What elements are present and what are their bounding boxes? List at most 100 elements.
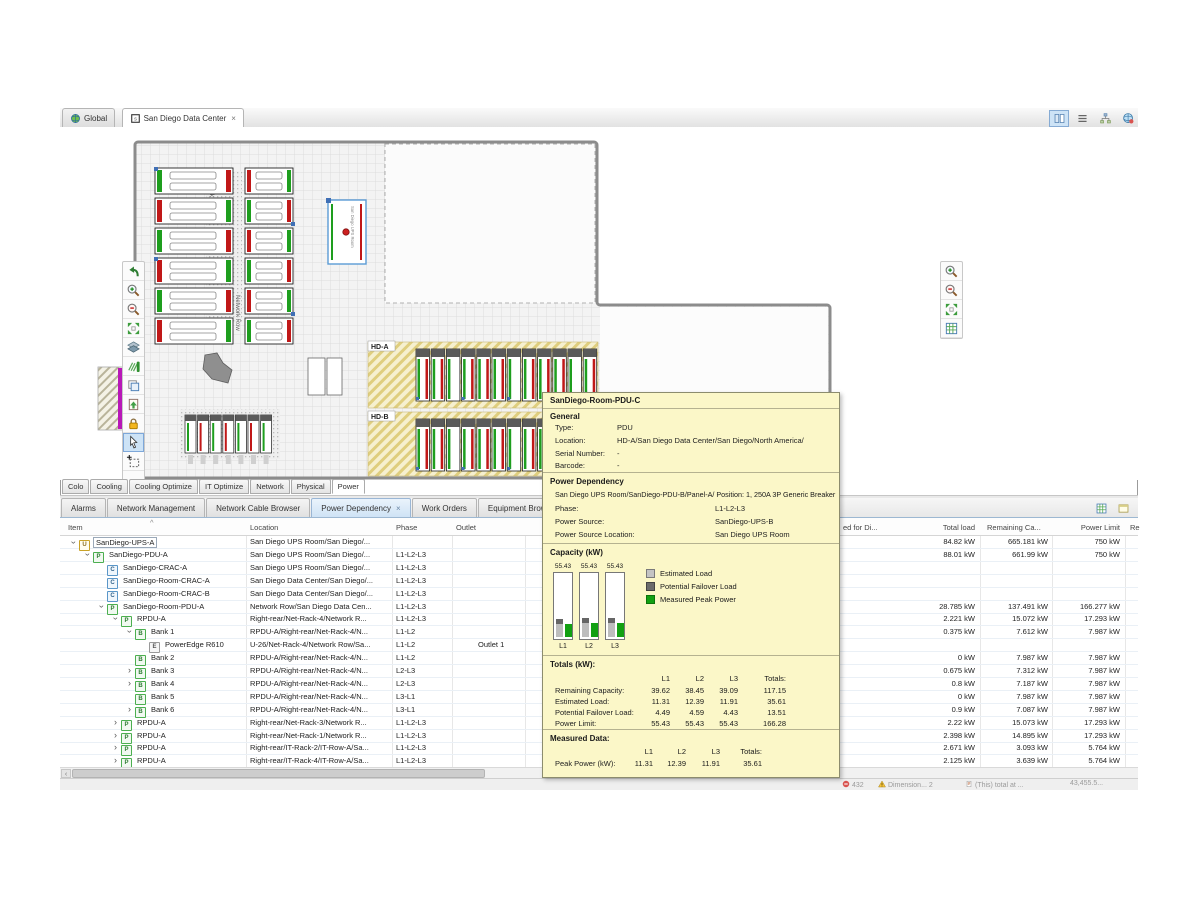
rack-block[interactable]: [245, 168, 293, 194]
col-limit[interactable]: Power Limit: [1045, 523, 1120, 532]
zoom-out-icon[interactable]: [941, 281, 962, 300]
col-location[interactable]: Location: [250, 523, 278, 532]
hd-rack[interactable]: [522, 419, 536, 471]
expand-icon[interactable]: ›: [111, 756, 120, 765]
select-icon[interactable]: [123, 433, 144, 452]
layer-tab-cooling[interactable]: Cooling: [90, 479, 127, 494]
hd-rack[interactable]: [462, 419, 476, 471]
power-limit-cell: 750 kW: [1040, 537, 1120, 546]
hd-rack[interactable]: [446, 419, 460, 471]
zoom-in-icon[interactable]: [123, 281, 144, 300]
collapse-icon[interactable]: ›: [83, 550, 92, 559]
collapse-icon[interactable]: ›: [69, 538, 78, 547]
expand-icon[interactable]: ›: [125, 705, 134, 714]
cabinet-2[interactable]: [327, 358, 342, 395]
hd-rack[interactable]: [492, 419, 506, 471]
expand-icon[interactable]: ›: [111, 743, 120, 752]
hd-rack[interactable]: [507, 349, 521, 401]
layers-icon[interactable]: [123, 338, 144, 357]
layer-tab-power[interactable]: Power: [332, 479, 365, 494]
zoom-out-icon[interactable]: [123, 300, 144, 319]
layer-tab-colo[interactable]: Colo: [62, 479, 89, 494]
expand-icon[interactable]: ›: [125, 679, 134, 688]
col-phase[interactable]: Phase: [396, 523, 417, 532]
expand-icon[interactable]: ›: [125, 666, 134, 675]
tab-san-diego-data-center[interactable]: s San Diego Data Center ×: [122, 108, 244, 127]
panel-tab-power-dependency[interactable]: Power Dependency×: [311, 498, 411, 517]
rack-block[interactable]: [245, 228, 293, 254]
hd-rack[interactable]: [492, 349, 506, 401]
power-limit-cell: 7.987 kW: [1040, 679, 1120, 688]
rack-block[interactable]: [245, 198, 295, 226]
ups-room-box[interactable]: San Diego UPS Room: [326, 198, 366, 264]
rack-block[interactable]: [154, 167, 233, 194]
globe-view-icon[interactable]: [1118, 110, 1138, 127]
hd-rack[interactable]: [477, 419, 491, 471]
col-clipped[interactable]: ed for Di...: [843, 523, 878, 532]
zoom-fit-icon[interactable]: [941, 300, 962, 319]
hd-rack[interactable]: [446, 349, 460, 401]
expand-icon[interactable]: ›: [111, 718, 120, 727]
hd-rack[interactable]: [477, 349, 491, 401]
hd-rack[interactable]: [431, 419, 445, 471]
expand-icon[interactable]: ›: [111, 731, 120, 740]
undo-icon[interactable]: [123, 262, 144, 281]
window-view-icon[interactable]: [1114, 500, 1132, 517]
select-area-icon[interactable]: [123, 452, 144, 471]
zoom-in-icon[interactable]: [941, 262, 962, 281]
col-outlet[interactable]: Outlet: [456, 523, 476, 532]
totals-value: 4.43: [694, 708, 738, 717]
split-view-icon[interactable]: [1049, 110, 1069, 127]
rack-block[interactable]: [245, 288, 295, 316]
hd-rack[interactable]: [416, 419, 430, 471]
rack-block[interactable]: [245, 318, 293, 344]
rack-block[interactable]: [245, 258, 293, 284]
layer-tab-network[interactable]: Network: [250, 479, 290, 494]
hd-rack[interactable]: [431, 349, 445, 401]
rack-block[interactable]: [155, 228, 233, 254]
layer-tab-it-optimize[interactable]: IT Optimize: [199, 479, 249, 494]
hierarchy-view-icon[interactable]: [1095, 110, 1115, 127]
rack-block[interactable]: [155, 198, 233, 224]
collapse-icon[interactable]: ›: [111, 614, 120, 623]
cabinet-1[interactable]: [308, 358, 325, 395]
collapse-icon[interactable]: ›: [97, 602, 106, 611]
totals-heading: Totals (kW):: [550, 660, 595, 669]
zoom-fit-icon[interactable]: [123, 319, 144, 338]
col-remaining[interactable]: Remaining Ca...: [987, 523, 1041, 532]
col-item[interactable]: Item: [68, 523, 83, 532]
panel-tab-work-orders[interactable]: Work Orders: [412, 498, 477, 517]
pan-icon[interactable]: [123, 357, 144, 376]
rack-block[interactable]: [155, 288, 233, 314]
scrollbar-thumb[interactable]: [72, 769, 485, 778]
hd-rack[interactable]: [507, 419, 521, 471]
hd-rack[interactable]: [522, 349, 536, 401]
col-re[interactable]: Re: [1130, 523, 1140, 532]
item-label: Bank 5: [149, 692, 176, 701]
rack-block[interactable]: [155, 318, 233, 344]
collapse-icon[interactable]: ›: [125, 627, 134, 636]
hd-rack[interactable]: [416, 349, 430, 401]
layer-tab-cooling-optimize[interactable]: Cooling Optimize: [129, 479, 198, 494]
scroll-left-arrow-icon[interactable]: ‹: [61, 769, 71, 778]
grid-view-icon[interactable]: [941, 319, 962, 338]
close-icon[interactable]: ×: [396, 504, 401, 513]
location-cell: San Diego UPS Room/San Diego/...: [250, 537, 390, 546]
panel-tab-alarms[interactable]: Alarms: [61, 498, 106, 517]
panel-tab-network-management[interactable]: Network Management: [107, 498, 205, 517]
lock-icon[interactable]: [123, 414, 144, 433]
tree-item[interactable]: ›PRPDU-A: [111, 756, 240, 767]
grid-view-icon[interactable]: [1092, 500, 1110, 517]
tab-global[interactable]: Global: [62, 108, 115, 127]
editor-tabbar: Global s San Diego Data Center ×: [60, 108, 1138, 128]
rack-block[interactable]: [154, 257, 233, 284]
layer-tab-physical[interactable]: Physical: [291, 479, 331, 494]
copy-icon[interactable]: [123, 376, 144, 395]
col-total[interactable]: Total load: [883, 523, 975, 532]
paste-icon[interactable]: [123, 395, 144, 414]
close-icon[interactable]: ×: [231, 114, 236, 123]
hd-rack[interactable]: [462, 349, 476, 401]
panel-tab-network-cable-browser[interactable]: Network Cable Browser: [206, 498, 310, 517]
list-view-icon[interactable]: [1072, 110, 1092, 127]
phase-cell: L3-L1: [396, 692, 450, 701]
